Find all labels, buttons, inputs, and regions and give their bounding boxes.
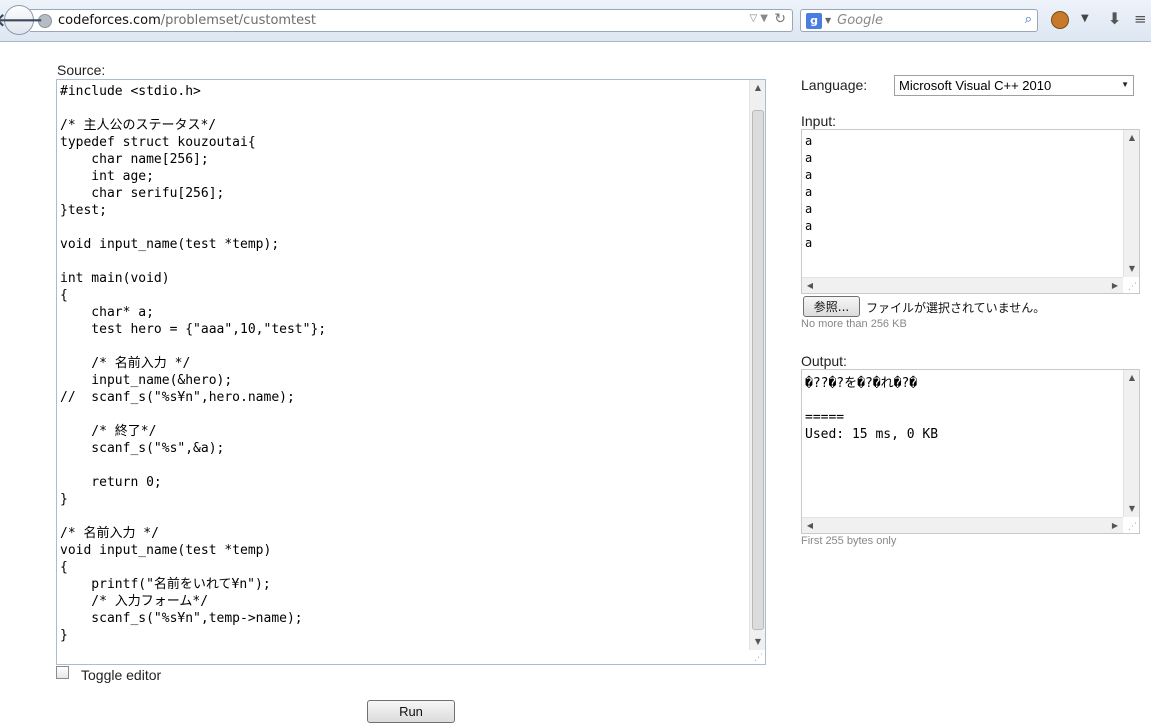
toggle-editor-checkbox[interactable] [56,666,69,679]
input-text[interactable]: a a a a a a a [805,133,812,252]
scroll-down-icon[interactable]: ▼ [1124,261,1140,277]
search-bar[interactable]: g ▼ Google ⌕ [800,9,1038,32]
back-arrow-icon: 🡐 [0,9,44,31]
browse-file-button[interactable]: 参照... [803,296,860,317]
source-vertical-scrollbar[interactable]: ▲ ▼ [749,80,765,650]
scroll-left-icon[interactable]: ◀ [802,518,818,534]
chevron-down-icon[interactable]: ▼ [1121,80,1129,89]
scroll-up-icon[interactable]: ▲ [1124,370,1140,386]
source-label: Source: [57,62,106,78]
output-horizontal-scrollbar[interactable]: ◀ ▶ [802,517,1123,533]
addon-dropdown-icon[interactable]: ▼ [1081,13,1089,24]
url-path: /problemset/customtest [160,13,317,28]
input-horizontal-scrollbar[interactable]: ◀ ▶ [802,277,1123,293]
output-text: �??�?を�?�れ�?� ===== Used: 15 ms, 0 KB [805,376,939,442]
input-textarea[interactable]: a a a a a a a ▲ ▼ ◀ ▶ ⋰ [801,129,1140,294]
language-select[interactable]: Microsoft Visual C++ 2010 ▼ [894,75,1134,96]
engine-dropdown-icon[interactable]: ▼ [825,16,831,25]
download-icon[interactable]: ⬇ [1108,9,1121,28]
scroll-right-icon[interactable]: ▶ [1107,278,1123,294]
search-placeholder: Google [837,13,883,28]
history-dropdown-icon[interactable]: ▽ ▼ [749,13,768,24]
scroll-down-icon[interactable]: ▼ [750,634,766,650]
scroll-up-icon[interactable]: ▲ [1124,130,1140,146]
run-button[interactable]: Run [367,700,455,723]
url-host: codeforces.com [58,13,161,28]
reload-icon[interactable]: ↻ [774,11,786,27]
greasemonkey-icon[interactable] [1051,11,1069,29]
menu-icon[interactable]: ≡ [1134,10,1147,28]
output-limit-note: First 255 bytes only [801,535,897,547]
output-textarea[interactable]: �??�?を�?�れ�?� ===== Used: 15 ms, 0 KB ▲ … [801,369,1140,534]
resize-grip-icon[interactable]: ⋰ [1128,282,1138,292]
resize-grip-icon[interactable]: ⋰ [1128,522,1138,532]
address-bar[interactable]: codeforces.com/problemset/customtest ▽ ▼… [30,9,793,32]
source-editor[interactable]: #include <stdio.h> /* 主人公のステータス*/ typede… [56,79,766,665]
toggle-editor-label[interactable]: Toggle editor [81,667,161,683]
search-icon[interactable]: ⌕ [1025,12,1032,27]
input-limit-note: No more than 256 KB [801,318,907,330]
google-icon[interactable]: g [806,12,822,29]
language-selected-value: Microsoft Visual C++ 2010 [899,78,1052,93]
scroll-down-icon[interactable]: ▼ [1124,501,1140,517]
browser-toolbar: codeforces.com/problemset/customtest ▽ ▼… [0,0,1151,42]
scroll-left-icon[interactable]: ◀ [802,278,818,294]
language-label: Language: [801,77,868,93]
file-status-text: ファイルが選択されていません。 [866,301,1046,315]
scroll-up-icon[interactable]: ▲ [750,80,766,96]
scroll-right-icon[interactable]: ▶ [1107,518,1123,534]
source-code[interactable]: #include <stdio.h> /* 主人公のステータス*/ typede… [60,83,747,660]
resize-grip-icon[interactable]: ⋰ [754,653,764,663]
input-vertical-scrollbar[interactable]: ▲ ▼ [1123,130,1139,277]
input-label: Input: [801,113,837,129]
scroll-thumb[interactable] [752,110,764,630]
output-label: Output: [801,353,847,369]
output-vertical-scrollbar[interactable]: ▲ ▼ [1123,370,1139,517]
back-button[interactable]: 🡐 [0,5,43,35]
